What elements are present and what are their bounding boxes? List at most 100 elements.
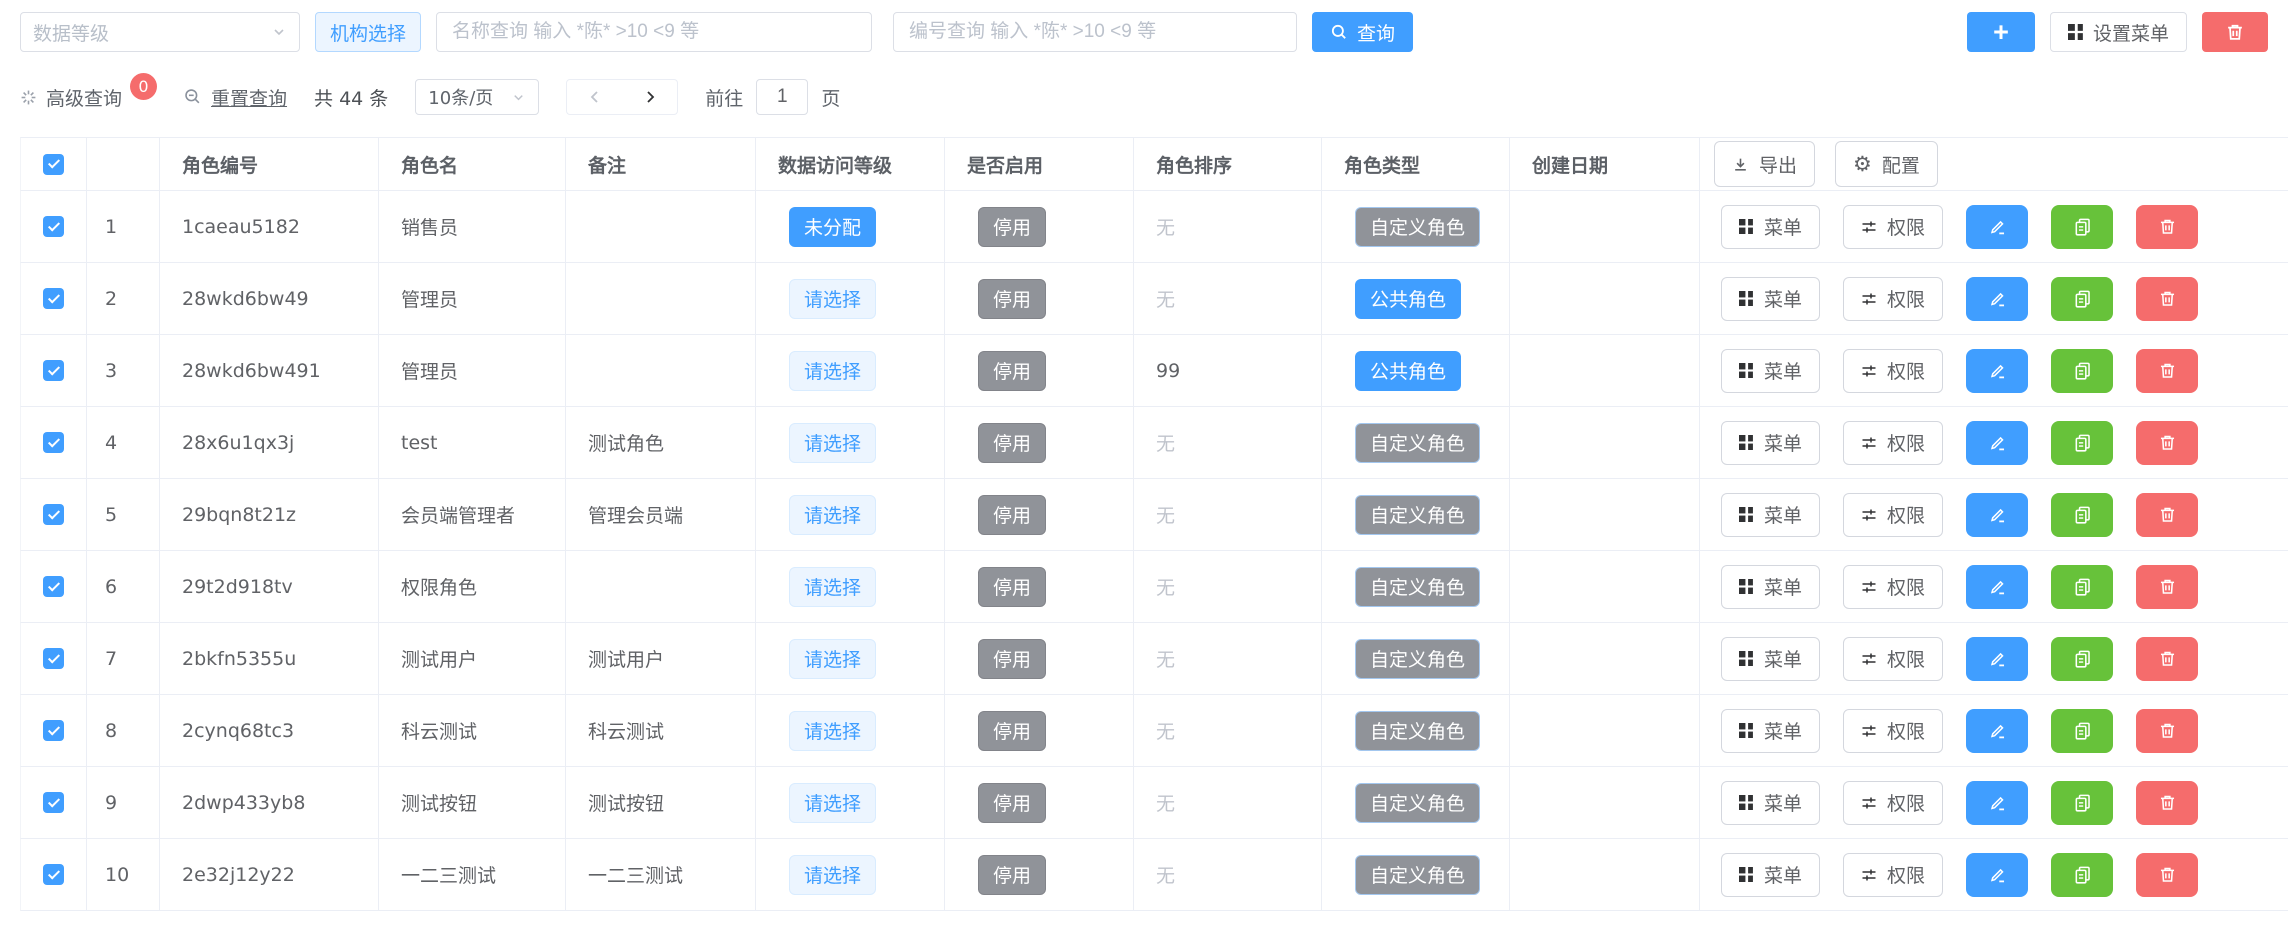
row-menu-button[interactable]: 菜单 xyxy=(1721,349,1820,393)
row-permission-button[interactable]: 权限 xyxy=(1843,421,1943,465)
row-delete-button[interactable] xyxy=(2136,421,2198,465)
row-edit-button[interactable] xyxy=(1966,421,2028,465)
row-copy-button[interactable] xyxy=(2051,637,2113,681)
search-button[interactable]: 查询 xyxy=(1312,12,1413,52)
advanced-query-link[interactable]: 高级查询 0 xyxy=(20,84,157,111)
row-permission-button[interactable]: 权限 xyxy=(1843,349,1943,393)
access-level-button[interactable]: 请选择 xyxy=(789,783,876,823)
row-copy-button[interactable] xyxy=(2051,205,2113,249)
row-menu-button[interactable]: 菜单 xyxy=(1721,709,1820,753)
enabled-toggle-button[interactable]: 停用 xyxy=(978,567,1046,607)
row-edit-button[interactable] xyxy=(1966,709,2028,753)
row-copy-button[interactable] xyxy=(2051,781,2113,825)
row-menu-button[interactable]: 菜单 xyxy=(1721,637,1820,681)
select-all-checkbox[interactable] xyxy=(20,137,87,191)
row-checkbox[interactable] xyxy=(20,695,87,767)
row-permission-button[interactable]: 权限 xyxy=(1843,709,1943,753)
access-level-button[interactable]: 请选择 xyxy=(789,351,876,391)
row-edit-button[interactable] xyxy=(1966,565,2028,609)
row-menu-button[interactable]: 菜单 xyxy=(1721,205,1820,249)
row-delete-button[interactable] xyxy=(2136,781,2198,825)
row-delete-button[interactable] xyxy=(2136,349,2198,393)
row-checkbox[interactable] xyxy=(20,191,87,263)
row-edit-button[interactable] xyxy=(1966,205,2028,249)
code-query-input[interactable] xyxy=(893,12,1297,52)
row-delete-button[interactable] xyxy=(2136,205,2198,249)
name-query-input[interactable] xyxy=(436,12,872,52)
row-checkbox[interactable] xyxy=(20,623,87,695)
role-type-badge[interactable]: 自定义角色 xyxy=(1355,711,1480,751)
row-checkbox[interactable] xyxy=(20,407,87,479)
role-type-badge[interactable]: 自定义角色 xyxy=(1355,567,1480,607)
row-edit-button[interactable] xyxy=(1966,853,2028,897)
access-level-button[interactable]: 请选择 xyxy=(789,495,876,535)
row-permission-button[interactable]: 权限 xyxy=(1843,781,1943,825)
role-type-badge[interactable]: 自定义角色 xyxy=(1355,855,1480,895)
row-checkbox[interactable] xyxy=(20,263,87,335)
row-permission-button[interactable]: 权限 xyxy=(1843,277,1943,321)
row-permission-button[interactable]: 权限 xyxy=(1843,565,1943,609)
row-checkbox[interactable] xyxy=(20,551,87,623)
row-copy-button[interactable] xyxy=(2051,277,2113,321)
access-level-button[interactable]: 请选择 xyxy=(789,423,876,463)
enabled-toggle-button[interactable]: 停用 xyxy=(978,639,1046,679)
row-delete-button[interactable] xyxy=(2136,709,2198,753)
row-delete-button[interactable] xyxy=(2136,853,2198,897)
row-checkbox[interactable] xyxy=(20,839,87,911)
org-select-button[interactable]: 机构选择 xyxy=(315,12,421,52)
role-type-badge[interactable]: 自定义角色 xyxy=(1355,783,1480,823)
data-level-select[interactable]: 数据等级 xyxy=(20,12,300,52)
next-page-button[interactable] xyxy=(622,80,677,114)
role-type-badge[interactable]: 自定义角色 xyxy=(1355,423,1480,463)
row-edit-button[interactable] xyxy=(1966,277,2028,321)
add-button[interactable]: + xyxy=(1967,12,2035,52)
enabled-toggle-button[interactable]: 停用 xyxy=(978,279,1046,319)
enabled-toggle-button[interactable]: 停用 xyxy=(978,783,1046,823)
row-menu-button[interactable]: 菜单 xyxy=(1721,493,1820,537)
role-type-badge[interactable]: 公共角色 xyxy=(1355,279,1461,319)
enabled-toggle-button[interactable]: 停用 xyxy=(978,855,1046,895)
menu-settings-button[interactable]: 设置菜单 xyxy=(2050,12,2187,52)
row-delete-button[interactable] xyxy=(2136,277,2198,321)
access-level-button[interactable]: 请选择 xyxy=(789,639,876,679)
row-permission-button[interactable]: 权限 xyxy=(1843,493,1943,537)
row-copy-button[interactable] xyxy=(2051,421,2113,465)
row-copy-button[interactable] xyxy=(2051,853,2113,897)
row-edit-button[interactable] xyxy=(1966,781,2028,825)
row-delete-button[interactable] xyxy=(2136,565,2198,609)
row-menu-button[interactable]: 菜单 xyxy=(1721,565,1820,609)
enabled-toggle-button[interactable]: 停用 xyxy=(978,423,1046,463)
row-edit-button[interactable] xyxy=(1966,349,2028,393)
row-checkbox[interactable] xyxy=(20,479,87,551)
row-delete-button[interactable] xyxy=(2136,637,2198,681)
config-button[interactable]: ⚙ 配置 xyxy=(1835,141,1938,187)
row-checkbox[interactable] xyxy=(20,767,87,839)
goto-page-input[interactable] xyxy=(756,79,808,115)
row-copy-button[interactable] xyxy=(2051,493,2113,537)
row-edit-button[interactable] xyxy=(1966,493,2028,537)
row-menu-button[interactable]: 菜单 xyxy=(1721,421,1820,465)
role-type-badge[interactable]: 自定义角色 xyxy=(1355,639,1480,679)
access-level-button[interactable]: 请选择 xyxy=(789,855,876,895)
role-type-badge[interactable]: 自定义角色 xyxy=(1355,495,1480,535)
row-edit-button[interactable] xyxy=(1966,637,2028,681)
row-checkbox[interactable] xyxy=(20,335,87,407)
export-button[interactable]: 导出 xyxy=(1714,141,1815,187)
role-type-badge[interactable]: 公共角色 xyxy=(1355,351,1461,391)
row-permission-button[interactable]: 权限 xyxy=(1843,853,1943,897)
role-type-badge[interactable]: 自定义角色 xyxy=(1355,207,1480,247)
prev-page-button[interactable] xyxy=(567,80,622,114)
reset-query-link[interactable]: 重置查询 xyxy=(184,84,287,111)
row-delete-button[interactable] xyxy=(2136,493,2198,537)
page-size-select[interactable]: 10条/页 xyxy=(415,79,539,115)
access-level-button[interactable]: 请选择 xyxy=(789,279,876,319)
enabled-toggle-button[interactable]: 停用 xyxy=(978,711,1046,751)
row-permission-button[interactable]: 权限 xyxy=(1843,205,1943,249)
enabled-toggle-button[interactable]: 停用 xyxy=(978,495,1046,535)
row-menu-button[interactable]: 菜单 xyxy=(1721,853,1820,897)
row-copy-button[interactable] xyxy=(2051,349,2113,393)
row-copy-button[interactable] xyxy=(2051,565,2113,609)
access-level-button[interactable]: 请选择 xyxy=(789,711,876,751)
row-copy-button[interactable] xyxy=(2051,709,2113,753)
enabled-toggle-button[interactable]: 停用 xyxy=(978,351,1046,391)
